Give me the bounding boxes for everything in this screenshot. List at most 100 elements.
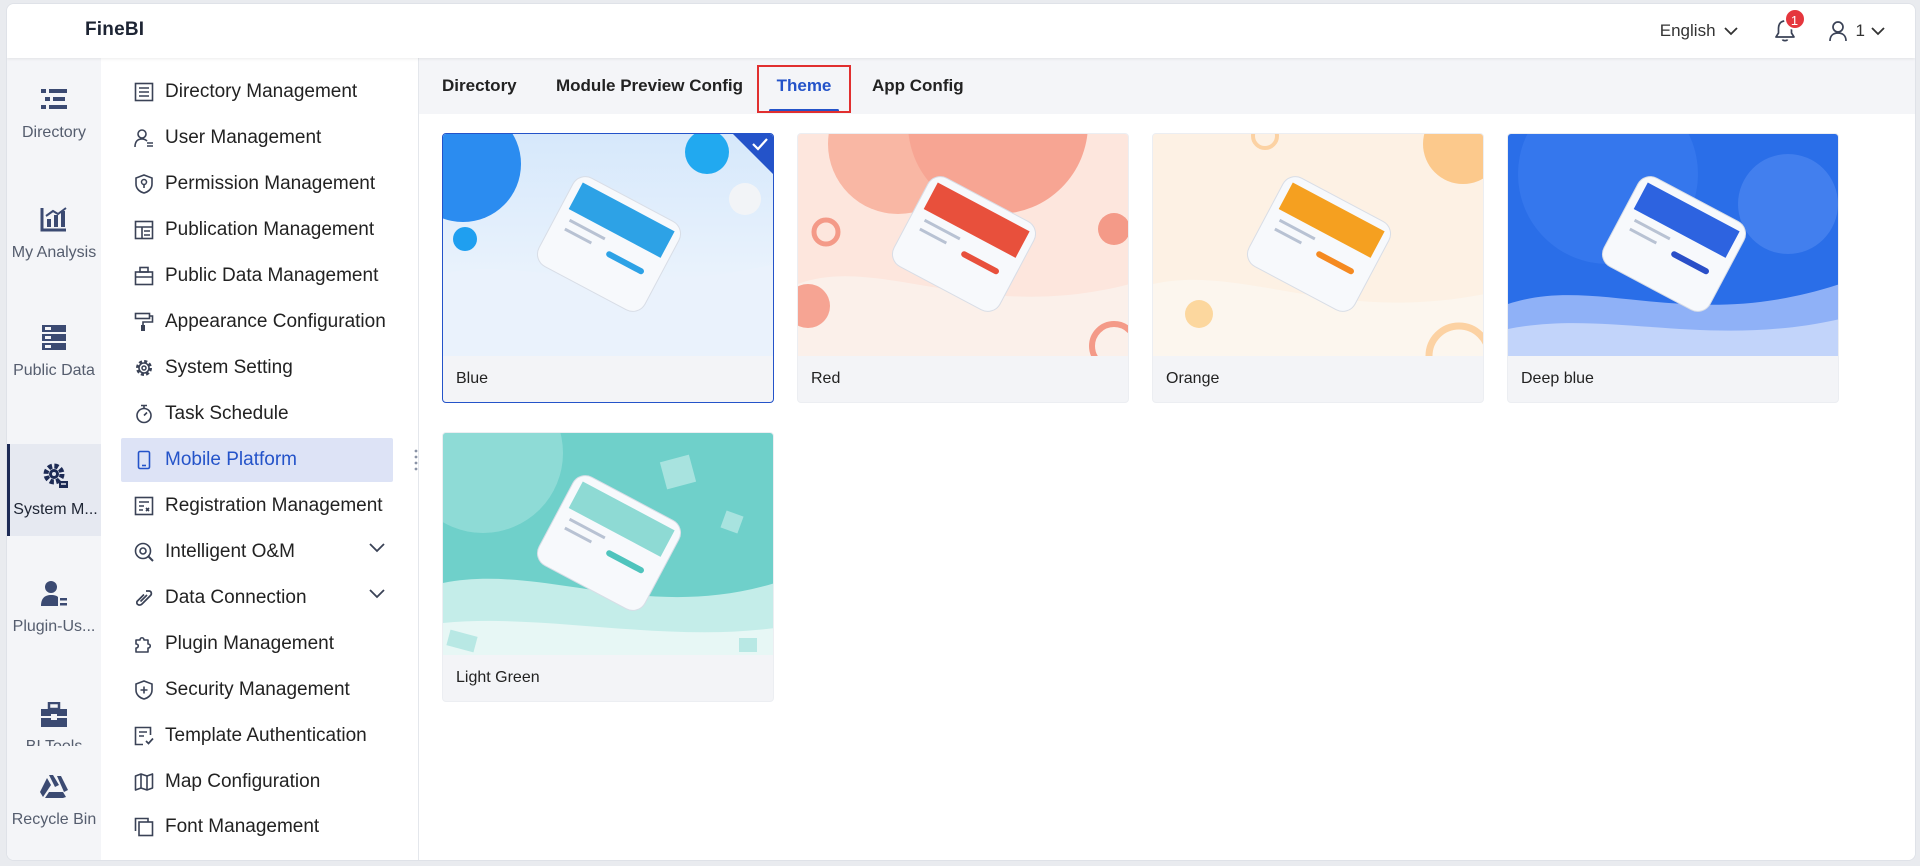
tab-label: Theme bbox=[776, 76, 832, 95]
sidebar-item-security-management[interactable]: Security Management bbox=[121, 668, 393, 712]
theme-preview-image bbox=[798, 134, 1128, 356]
rail-item-system-management[interactable]: System M... bbox=[7, 444, 101, 536]
theme-card-light-green[interactable]: Light Green bbox=[442, 432, 774, 702]
sidebar-label: Map Configuration bbox=[165, 771, 321, 792]
sidebar-item-permission-management[interactable]: Permission Management bbox=[121, 162, 393, 206]
database-icon bbox=[39, 322, 69, 352]
rail-label: BI Tools bbox=[7, 738, 101, 746]
language-selector[interactable]: English bbox=[1660, 21, 1738, 41]
gear-icon bbox=[133, 357, 155, 379]
paint-roller-icon bbox=[133, 311, 155, 333]
om-icon bbox=[133, 541, 155, 563]
sidebar-item-map-configuration[interactable]: Map Configuration bbox=[121, 760, 393, 804]
chevron-down-icon bbox=[369, 543, 385, 553]
rail-label: Recycle Bin bbox=[11, 811, 97, 828]
sidebar-label: Registration Management bbox=[165, 495, 383, 516]
sidebar-label: Directory Management bbox=[165, 81, 358, 102]
theme-preview-image bbox=[1508, 134, 1838, 356]
theme-name: Red bbox=[811, 370, 841, 387]
sidebar-item-font-management[interactable]: Font Management bbox=[121, 805, 393, 849]
tab-label: Module Preview Config bbox=[556, 76, 744, 95]
registration-icon bbox=[133, 495, 155, 517]
tab-theme[interactable]: Theme bbox=[763, 58, 845, 114]
user-menu[interactable]: 1 bbox=[1828, 20, 1885, 42]
sidebar-item-intelligent-om[interactable]: Intelligent O&M bbox=[121, 530, 393, 574]
link-icon bbox=[133, 587, 155, 609]
tab-underline bbox=[769, 109, 839, 112]
sidebar-label: Font Management bbox=[165, 816, 320, 837]
tab-bar: Directory Module Preview Config Theme Ap… bbox=[419, 58, 1915, 114]
theme-preview-image bbox=[1153, 134, 1483, 356]
chevron-down-icon bbox=[1871, 26, 1885, 35]
sidebar-label: Data Connection bbox=[165, 587, 307, 608]
sidebar-label: Task Schedule bbox=[165, 403, 289, 424]
theme-name: Orange bbox=[1166, 370, 1220, 387]
rail-label: Public Data bbox=[13, 362, 95, 379]
rail-label: My Analysis bbox=[11, 244, 97, 261]
sidebar-item-system-setting[interactable]: System Setting bbox=[121, 346, 393, 390]
language-label: English bbox=[1659, 21, 1716, 40]
sidebar-item-template-authentication[interactable]: Template Authentication bbox=[121, 714, 393, 758]
theme-card-deep-blue[interactable]: Deep blue bbox=[1507, 133, 1839, 403]
main-content: Directory Module Preview Config Theme Ap… bbox=[419, 58, 1915, 860]
sidebar-item-public-data-management[interactable]: Public Data Management bbox=[121, 254, 393, 298]
sidebar-label: Appearance Configuration bbox=[165, 311, 386, 332]
map-icon bbox=[133, 771, 155, 793]
theme-card-red[interactable]: Red bbox=[797, 133, 1129, 403]
rail-item-plugin-user[interactable]: Plugin-Us... bbox=[7, 562, 101, 652]
chevron-down-icon bbox=[1723, 26, 1738, 35]
theme-name: Light Green bbox=[456, 669, 540, 686]
notification-button[interactable]: 1 bbox=[1774, 8, 1806, 43]
stopwatch-icon bbox=[133, 403, 155, 425]
rail-item-my-analysis[interactable]: My Analysis bbox=[7, 188, 101, 278]
sidebar-menu: Directory Management User Management Per… bbox=[101, 58, 419, 860]
sidebar-label: Mobile Platform bbox=[165, 449, 297, 470]
app-logo: FineBI bbox=[85, 19, 145, 40]
app-window: FineBI English 1 1 Directory My Analysis… bbox=[6, 3, 1916, 861]
sidebar-item-data-connection[interactable]: Data Connection bbox=[121, 576, 393, 620]
directory-icon bbox=[133, 81, 155, 103]
sidebar-item-directory-management[interactable]: Directory Management bbox=[121, 70, 393, 114]
settings-gear-icon bbox=[41, 461, 71, 491]
sidebar-label: User Management bbox=[165, 127, 322, 148]
theme-name: Deep blue bbox=[1521, 370, 1594, 387]
rail-item-directory[interactable]: Directory bbox=[7, 68, 101, 158]
tab-label: App Config bbox=[872, 76, 964, 95]
notification-badge: 1 bbox=[1783, 8, 1806, 30]
chart-icon bbox=[39, 204, 69, 234]
font-icon bbox=[133, 816, 155, 838]
sidebar-label: Security Management bbox=[165, 679, 350, 700]
sidebar-label: Intelligent O&M bbox=[165, 541, 295, 562]
header-actions: English 1 1 bbox=[1660, 4, 1885, 58]
sidebar-item-mobile-platform[interactable]: Mobile Platform bbox=[121, 438, 393, 482]
tab-module-preview-config[interactable]: Module Preview Config bbox=[556, 58, 743, 114]
tab-app-config[interactable]: App Config bbox=[872, 58, 964, 114]
toolbox-icon bbox=[39, 702, 69, 728]
sidebar-label: Plugin Management bbox=[165, 633, 334, 654]
rail-item-recycle-bin[interactable]: Recycle Bin bbox=[7, 752, 101, 848]
user-management-icon bbox=[133, 127, 155, 149]
sidebar-item-publication-management[interactable]: Publication Management bbox=[121, 208, 393, 252]
sidebar-item-plugin-management[interactable]: Plugin Management bbox=[121, 622, 393, 666]
list-icon bbox=[39, 84, 69, 114]
sidebar-item-appearance-configuration[interactable]: Appearance Configuration bbox=[121, 300, 393, 344]
check-icon bbox=[752, 138, 768, 151]
rail-item-public-data[interactable]: Public Data bbox=[7, 306, 101, 396]
user-name: 1 bbox=[1855, 21, 1865, 40]
sidebar-item-task-schedule[interactable]: Task Schedule bbox=[121, 392, 393, 436]
tab-directory[interactable]: Directory bbox=[442, 58, 517, 114]
theme-card-blue[interactable]: Blue bbox=[442, 133, 774, 403]
rail-label: System M... bbox=[13, 501, 98, 518]
tab-label: Directory bbox=[442, 76, 517, 95]
shield-icon bbox=[133, 679, 155, 701]
chevron-down-icon bbox=[369, 589, 385, 599]
sidebar-item-registration-management[interactable]: Registration Management bbox=[121, 484, 393, 528]
theme-card-orange[interactable]: Orange bbox=[1152, 133, 1484, 403]
mobile-icon bbox=[133, 449, 155, 471]
top-header: FineBI English 1 1 bbox=[7, 4, 1915, 58]
sidebar-item-user-management[interactable]: User Management bbox=[121, 116, 393, 160]
sidebar-label: System Setting bbox=[165, 357, 293, 378]
rail-label: Directory bbox=[21, 124, 86, 141]
rail-item-bi-tools[interactable]: BI Tools bbox=[7, 682, 101, 746]
theme-name: Blue bbox=[456, 370, 489, 387]
